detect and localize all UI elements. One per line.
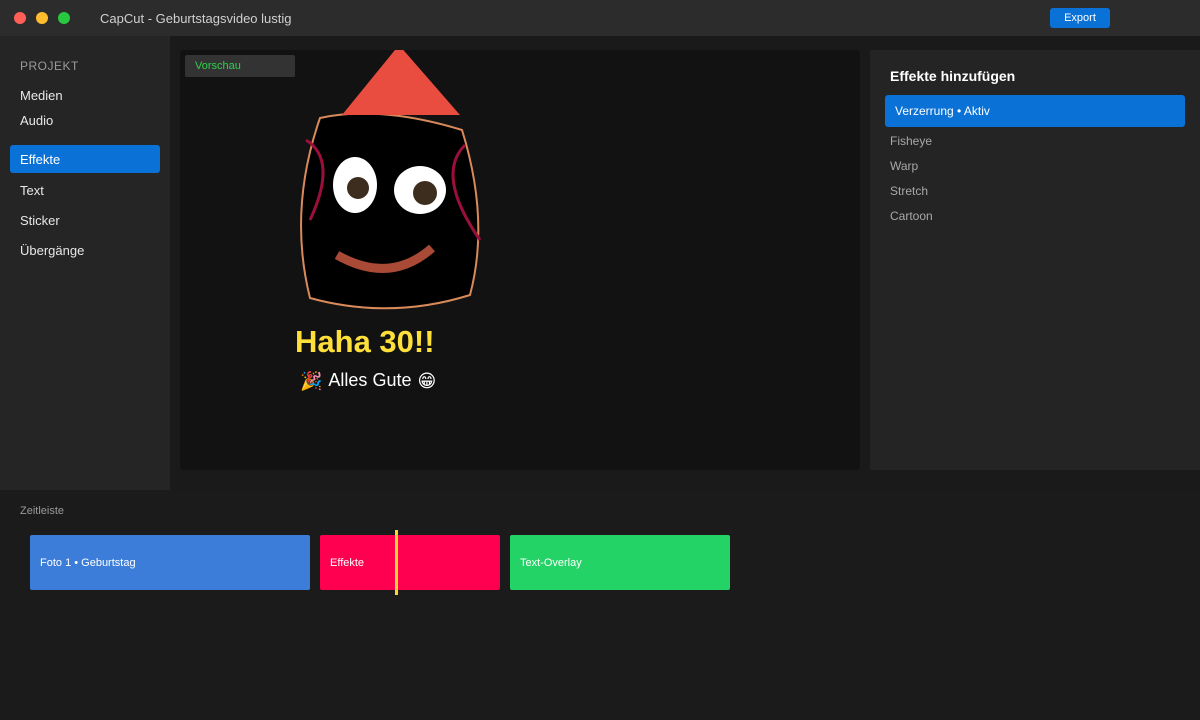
effect-item-label: Cartoon <box>890 208 933 223</box>
timeline-clip-label: Effekte <box>330 556 365 569</box>
sidebar-item-label: Medien <box>20 87 63 103</box>
timeline-clip-foto[interactable]: Foto 1 • Geburtstag <box>30 535 310 590</box>
sidebar-item-label: Übergänge <box>20 242 85 258</box>
timeline-clip-text-overlay[interactable]: Text-Overlay <box>510 535 730 590</box>
effect-item-label: Verzerrung • Aktiv <box>895 104 990 118</box>
title-bar: CapCut - Geburtstagsvideo lustig Export <box>0 0 1200 36</box>
timeline-clip-label: Foto 1 • Geburtstag <box>40 556 136 569</box>
effects-panel-title: Effekte hinzufügen <box>890 68 1016 84</box>
timeline-clip-effekte[interactable]: Effekte <box>320 535 500 590</box>
sidebar-item-audio[interactable]: Audio <box>10 106 160 134</box>
minimize-window-button[interactable] <box>36 12 48 24</box>
sidebar-item-effekte[interactable]: Effekte <box>10 145 160 173</box>
effects-panel: Effekte hinzufügen Verzerrung • Aktiv Fi… <box>870 50 1200 470</box>
effect-item-verzerrung[interactable]: Verzerrung • Aktiv <box>885 95 1185 127</box>
sidebar-item-label: Audio <box>20 112 54 128</box>
face-outline <box>300 112 480 310</box>
sidebar-item-uebergaenge[interactable]: Übergänge <box>10 236 160 264</box>
party-hat <box>342 50 460 115</box>
timeline-clip-label: Text-Overlay <box>520 556 582 569</box>
party-popper-icon: 🎉 <box>300 370 323 391</box>
grinning-face-icon: 😁 <box>417 370 437 391</box>
effect-item-label: Warp <box>890 158 919 173</box>
timeline: Zeitleiste Foto 1 • Geburtstag Effekte T… <box>0 490 1200 720</box>
export-button[interactable]: Export <box>1050 8 1110 28</box>
sidebar-item-text[interactable]: Text <box>10 176 160 204</box>
effect-item-fisheye[interactable]: Fisheye <box>885 128 1185 153</box>
timeline-playhead[interactable] <box>395 530 398 595</box>
sidebar-item-sticker[interactable]: Sticker <box>10 206 160 234</box>
close-window-button[interactable] <box>14 12 26 24</box>
overlay-title: Haha 30!! <box>295 324 435 359</box>
sidebar-item-label: Effekte <box>20 151 61 167</box>
preview-panel: Vorschau Haha 30!! 🎉 Alles Gute 😁 <box>180 50 860 470</box>
preview-tab[interactable]: Vorschau <box>185 55 295 77</box>
left-pupil <box>347 177 369 199</box>
sidebar-item-label: Sticker <box>20 212 60 228</box>
maximize-window-button[interactable] <box>58 12 70 24</box>
window-title: CapCut - Geburtstagsvideo lustig <box>100 11 292 26</box>
sidebar-item-medien[interactable]: Medien <box>10 81 160 109</box>
effect-item-warp[interactable]: Warp <box>885 153 1185 178</box>
effect-item-label: Fisheye <box>890 133 933 148</box>
sidebar-item-label: Text <box>20 182 44 198</box>
sidebar: PROJEKT Medien Audio Effekte Text Sticke… <box>0 36 170 490</box>
capcut-app: CapCut - Geburtstagsvideo lustig Export … <box>0 0 1200 720</box>
timeline-label: Zeitleiste <box>20 505 65 517</box>
effect-item-cartoon[interactable]: Cartoon <box>885 203 1185 228</box>
effect-item-stretch[interactable]: Stretch <box>885 178 1185 203</box>
distorted-face-illustration <box>300 50 482 310</box>
right-pupil <box>413 181 437 205</box>
effect-item-label: Stretch <box>890 183 929 198</box>
sidebar-heading: PROJEKT <box>20 59 79 73</box>
overlay-subtitle: 🎉 Alles Gute 😁 <box>300 370 436 391</box>
preview-canvas <box>300 50 482 310</box>
overlay-subtitle-text: Alles Gute <box>328 370 412 390</box>
